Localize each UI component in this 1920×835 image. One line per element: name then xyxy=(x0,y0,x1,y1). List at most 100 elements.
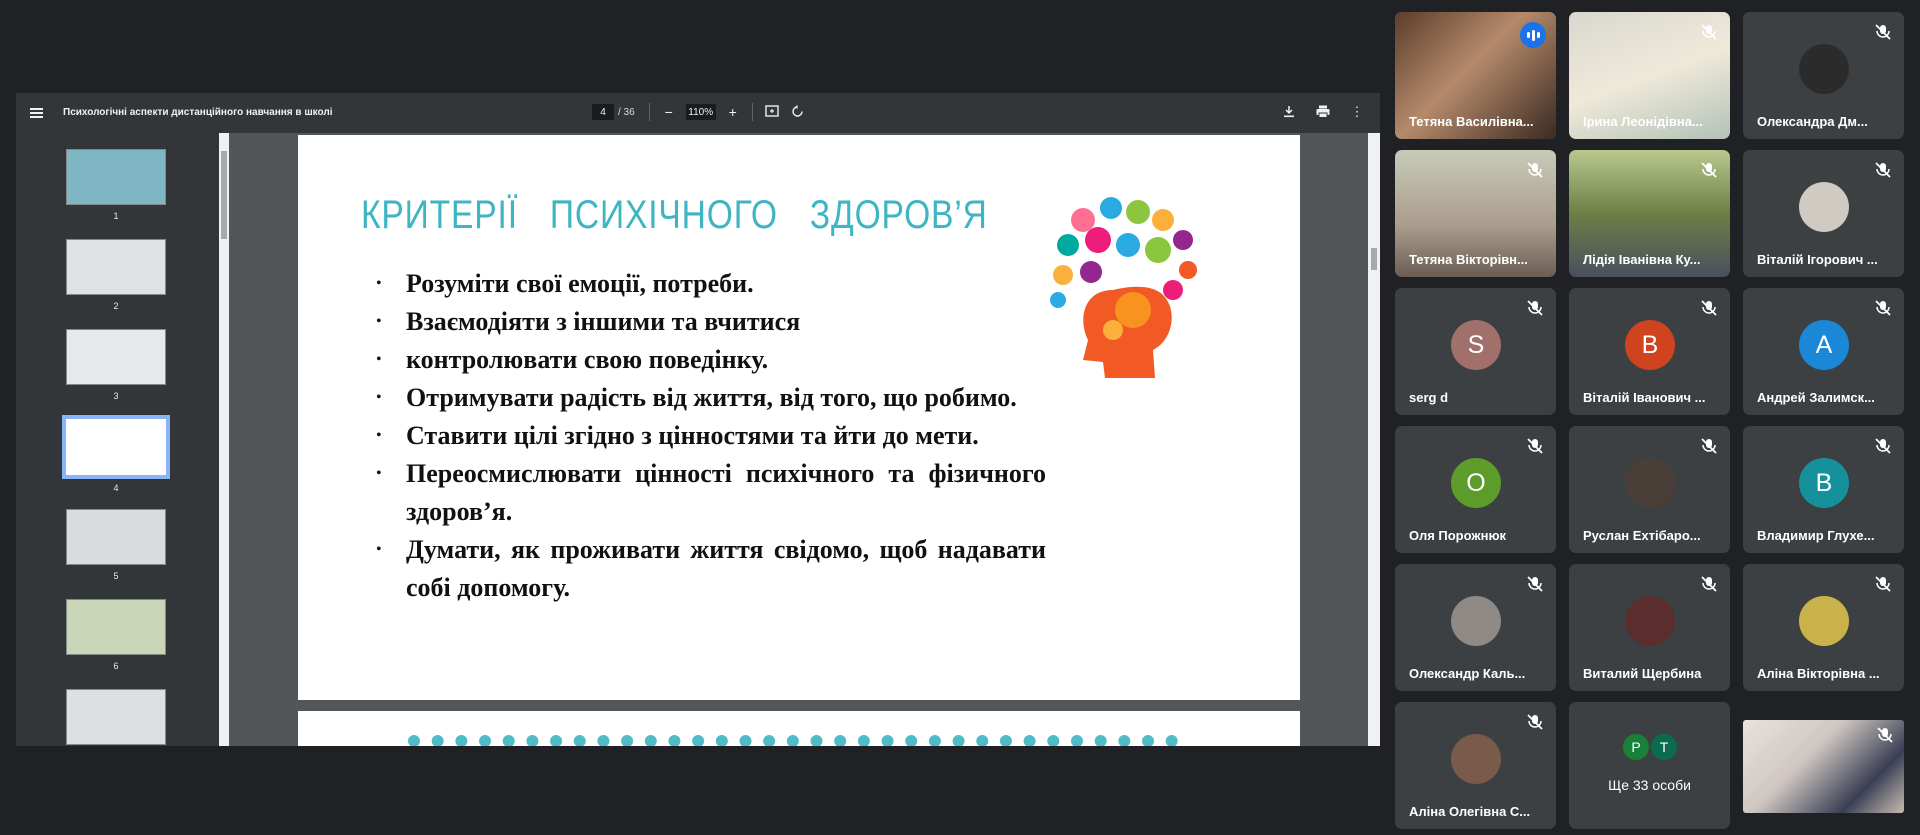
participant-name: Оля Порожнюк xyxy=(1409,528,1507,543)
participant-tile[interactable]: Тетяна Вікторівн... xyxy=(1395,150,1556,277)
mic-off-icon xyxy=(1527,438,1543,454)
more-options-icon[interactable]: ⋮ xyxy=(1348,105,1366,121)
participant-name: Тетяна Вікторівн... xyxy=(1409,252,1528,267)
document-title: Психологічні аспекти дистанційного навча… xyxy=(63,107,333,118)
avatar: P xyxy=(1621,732,1651,762)
participant-tile[interactable]: Руслан Ехтібаро... xyxy=(1569,426,1730,553)
mic-off-icon xyxy=(1701,438,1717,454)
bullet-item: Переосмислювати цінності психічного та ф… xyxy=(376,455,1046,531)
participant-tile[interactable]: Аліна Вікторівна ... xyxy=(1743,564,1904,691)
menu-icon[interactable] xyxy=(16,93,56,133)
rotate-icon[interactable] xyxy=(789,104,807,120)
mic-off-icon xyxy=(1527,300,1543,316)
thumbnail-page[interactable] xyxy=(66,239,166,295)
zoom-in-icon[interactable]: + xyxy=(724,105,742,119)
fit-to-page-icon[interactable] xyxy=(763,105,781,119)
toolbar-divider xyxy=(751,103,753,121)
download-icon[interactable] xyxy=(1280,105,1298,121)
mic-off-icon xyxy=(1527,162,1543,178)
mic-off-icon xyxy=(1875,576,1891,592)
avatar xyxy=(1625,458,1675,508)
thumbnail-page[interactable] xyxy=(66,599,166,655)
thumbnail-number: 4 xyxy=(113,483,119,493)
avatar: B xyxy=(1799,458,1849,508)
participant-name: Олександр Каль... xyxy=(1409,666,1526,681)
print-icon[interactable] xyxy=(1314,105,1332,121)
participant-name: Ірина Леонідівна... xyxy=(1583,114,1703,129)
mic-off-icon xyxy=(1875,438,1891,454)
more-participants-tile[interactable]: P T Ще 33 особи xyxy=(1569,702,1730,829)
participant-tile[interactable]: Віталій Ігорович ... xyxy=(1743,150,1904,277)
thumbnail-page[interactable] xyxy=(66,329,166,385)
thumbnail-number: 2 xyxy=(113,301,119,311)
avatar: T xyxy=(1649,732,1679,762)
participant-name: Аліна Олегівна С... xyxy=(1409,804,1531,819)
head-gears-illustration xyxy=(1050,197,1197,378)
mic-off-icon xyxy=(1701,576,1717,592)
bullet-item: Ставити цілі згідно з цінностями та йти … xyxy=(376,417,1046,455)
mic-off-icon xyxy=(1875,162,1891,178)
participant-tile[interactable]: B Владимир Глухе... xyxy=(1743,426,1904,553)
avatar xyxy=(1799,44,1849,94)
self-view-tile[interactable] xyxy=(1743,720,1904,813)
avatar: A xyxy=(1799,320,1849,370)
zoom-out-icon[interactable]: − xyxy=(660,105,678,119)
avatar: В xyxy=(1625,320,1675,370)
participant-tile[interactable]: S serg d xyxy=(1395,288,1556,415)
thumbnail-page[interactable] xyxy=(66,509,166,565)
participant-name: serg d xyxy=(1409,390,1449,405)
zoom-level-input[interactable] xyxy=(685,104,716,120)
thumbnail-page[interactable] xyxy=(66,149,166,205)
participant-tile[interactable]: Аліна Олегівна С... xyxy=(1395,702,1556,829)
slide-bullet-list: Розуміти свої емоції, потреби. Взаємодія… xyxy=(376,265,1046,607)
thumbnail-number: 6 xyxy=(113,661,119,671)
participant-name: Руслан Ехтібаро... xyxy=(1583,528,1701,543)
thumbnail-number: 3 xyxy=(113,391,119,401)
participant-tile[interactable]: A Андрей Залимск... xyxy=(1743,288,1904,415)
participant-name: Тетяна Василівна... xyxy=(1409,114,1534,129)
mic-off-icon xyxy=(1701,24,1717,40)
meeting-screen: Психологічні аспекти дистанційного навча… xyxy=(0,0,1920,835)
mic-off-icon xyxy=(1877,727,1893,743)
thumbnail-number: 1 xyxy=(113,211,119,221)
bullet-item: контролювати свою поведінку. xyxy=(376,341,1046,379)
bullet-item: Розуміти свої емоції, потреби. xyxy=(376,265,1046,303)
bullet-item: Думати, як проживати життя свідомо, щоб … xyxy=(376,531,1046,607)
thumbnail-page[interactable] xyxy=(66,689,166,745)
page-number-input[interactable] xyxy=(592,104,614,120)
more-participants-label: Ще 33 особи xyxy=(1608,777,1691,793)
participant-tile[interactable]: Олександр Каль... xyxy=(1395,564,1556,691)
more-participants-avatars: P T xyxy=(1621,732,1679,762)
slide-title: КРИТЕРІЇ ПСИХІЧНОГО ЗДОРОВ’Я xyxy=(361,193,988,237)
participant-tile[interactable]: Тетяна Василівна... xyxy=(1395,12,1556,139)
thumbnail-page-active[interactable] xyxy=(62,415,170,479)
bullet-item: Взаємодіяти з іншими та вчитися xyxy=(376,303,1046,341)
participant-tile[interactable]: В Віталій Іванович ... xyxy=(1569,288,1730,415)
participant-tile[interactable]: Лідія Іванівна Ку... xyxy=(1569,150,1730,277)
avatar: O xyxy=(1451,458,1501,508)
speaking-indicator-icon xyxy=(1520,22,1546,48)
mic-off-icon xyxy=(1875,300,1891,316)
participant-name: Олександра Дм... xyxy=(1757,114,1868,129)
participant-name: Віталій Іванович ... xyxy=(1583,390,1706,405)
avatar xyxy=(1799,596,1849,646)
thumbnail-scrollbar-handle[interactable] xyxy=(221,151,227,239)
document-scrollbar[interactable] xyxy=(1368,133,1380,746)
document-scrollbar-handle[interactable] xyxy=(1371,248,1377,270)
avatar xyxy=(1451,596,1501,646)
avatar: S xyxy=(1451,320,1501,370)
toolbar-actions: ⋮ xyxy=(1280,105,1366,121)
pdf-toolbar: Психологічні аспекти дистанційного навча… xyxy=(16,93,1380,133)
page-navigation: / 36 − + xyxy=(592,103,807,121)
participant-tile[interactable]: Виталий Щербина xyxy=(1569,564,1730,691)
avatar xyxy=(1625,596,1675,646)
participant-tile[interactable]: O Оля Порожнюк xyxy=(1395,426,1556,553)
participant-name: Аліна Вікторівна ... xyxy=(1757,666,1880,681)
mic-off-icon xyxy=(1701,300,1717,316)
participant-name: Владимир Глухе... xyxy=(1757,528,1875,543)
participant-name: Лідія Іванівна Ку... xyxy=(1583,252,1701,267)
participant-tile[interactable]: Ірина Леонідівна... xyxy=(1569,12,1730,139)
participant-tile[interactable]: Олександра Дм... xyxy=(1743,12,1904,139)
mic-off-icon xyxy=(1875,24,1891,40)
thumbnail-sidebar: 1 2 3 4 5 6 xyxy=(16,133,221,746)
